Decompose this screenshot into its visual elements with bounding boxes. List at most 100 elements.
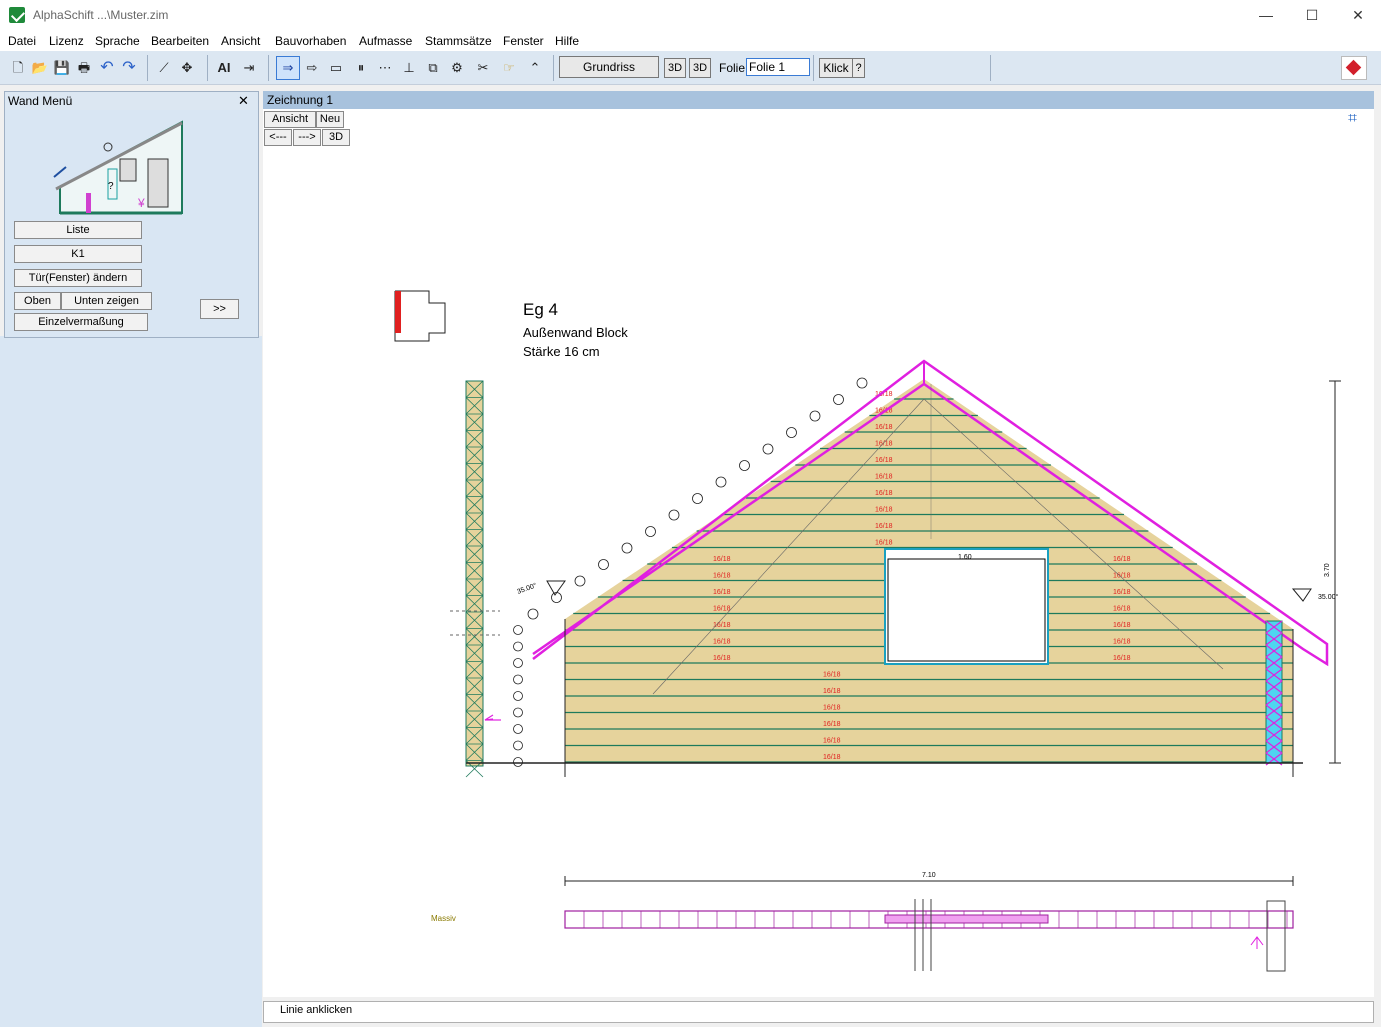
- svg-text:16/18: 16/18: [823, 688, 841, 695]
- open-folder-icon[interactable]: 📂: [31, 59, 49, 77]
- svg-text:16/18: 16/18: [823, 705, 841, 712]
- save-icon[interactable]: 💾: [53, 59, 71, 77]
- einzelvermassung-button[interactable]: Einzelvermaßung: [14, 313, 148, 331]
- svg-text:16/18: 16/18: [713, 606, 731, 613]
- svg-text:16/18: 16/18: [875, 523, 893, 530]
- svg-text:16/18: 16/18: [1113, 622, 1131, 629]
- menu-bauvorhaben[interactable]: Bauvorhaben: [275, 34, 346, 48]
- print-icon[interactable]: 🖶: [75, 59, 93, 77]
- menu-aufmasse[interactable]: Aufmasse: [359, 34, 412, 48]
- polyline-icon[interactable]: ⌃: [526, 59, 544, 77]
- maximize-button[interactable]: ☐: [1289, 0, 1335, 31]
- help-button[interactable]: ?: [852, 58, 865, 78]
- tuer-fenster-aendern-button[interactable]: Tür(Fenster) ändern: [14, 269, 142, 287]
- status-bar: Linie anklicken: [263, 1001, 1374, 1023]
- menu-fenster[interactable]: Fenster: [503, 34, 544, 48]
- new-file-icon[interactable]: 🗋: [9, 59, 27, 77]
- svg-text:16/18: 16/18: [713, 639, 731, 646]
- svg-text:16/18: 16/18: [875, 424, 893, 431]
- wand-menu-header: Wand Menü ✕: [5, 92, 258, 110]
- svg-text:16/18: 16/18: [823, 721, 841, 728]
- menu-stammsaetze[interactable]: Stammsätze: [425, 34, 492, 48]
- more-button[interactable]: >>: [200, 299, 239, 319]
- status-text: Linie anklicken: [280, 1004, 353, 1016]
- view-3d-button-a[interactable]: 3D: [664, 58, 686, 78]
- 3d-cube-tool-icon[interactable]: ⧉: [424, 59, 442, 77]
- svg-text:16/18: 16/18: [1113, 556, 1131, 563]
- move-tool-icon[interactable]: ✥: [178, 59, 196, 77]
- folie-label: Folie:: [719, 61, 749, 75]
- klick-button[interactable]: Klick: [819, 58, 853, 78]
- svg-text:?: ?: [108, 181, 114, 192]
- svg-text:16/18: 16/18: [875, 507, 893, 514]
- drawing-tab-title[interactable]: Zeichnung 1: [267, 93, 333, 107]
- menu-ansicht[interactable]: Ansicht: [221, 34, 260, 48]
- unten-zeigen-button[interactable]: Unten zeigen: [61, 292, 152, 310]
- wand-menu-title: Wand Menü: [8, 94, 73, 108]
- undo-icon[interactable]: ↶: [98, 59, 116, 77]
- wall-arrow-tool-icon[interactable]: ⇒: [276, 56, 300, 80]
- floor-plan-mini: [394, 290, 446, 342]
- svg-text:16/18: 16/18: [875, 474, 893, 481]
- window-width-label: 1.60: [958, 554, 972, 561]
- dotted-line-icon[interactable]: ⋯: [376, 59, 394, 77]
- wall-arrow-outline-icon[interactable]: ⇨: [303, 59, 321, 77]
- svg-text:16/18: 16/18: [875, 490, 893, 497]
- svg-text:16/18: 16/18: [713, 556, 731, 563]
- parallel-tool-icon[interactable]: ⏸: [352, 59, 370, 77]
- menu-lizenz[interactable]: Lizenz: [49, 34, 84, 48]
- svg-text:16/18: 16/18: [823, 672, 841, 679]
- svg-text:16/18: 16/18: [1113, 606, 1131, 613]
- svg-text:16/18: 16/18: [1113, 655, 1131, 662]
- menu-datei[interactable]: Datei: [8, 34, 36, 48]
- wall-illustration-icon: ? ¥: [53, 120, 183, 215]
- settings-gear-icon[interactable]: ⚙: [448, 59, 466, 77]
- menu-bearbeiten[interactable]: Bearbeiten: [151, 34, 209, 48]
- redo-icon[interactable]: ↷: [120, 59, 138, 77]
- svg-text:16/18: 16/18: [713, 589, 731, 596]
- svg-text:16/18: 16/18: [875, 441, 893, 448]
- svg-text:16/18: 16/18: [1113, 639, 1131, 646]
- angle-left-label: 35.00°: [516, 581, 538, 596]
- perpendicular-icon[interactable]: ⊥: [400, 59, 418, 77]
- wand-menu-close-icon[interactable]: ✕: [238, 93, 249, 109]
- side-numbering-circles: [513, 625, 523, 767]
- svg-text:16/18: 16/18: [823, 754, 841, 761]
- menu-hilfe[interactable]: Hilfe: [555, 34, 579, 48]
- svg-text:16/18: 16/18: [713, 573, 731, 580]
- right-post: [1265, 620, 1283, 764]
- text-tool-icon[interactable]: AI: [215, 59, 233, 77]
- app-logo-icon: [9, 7, 25, 23]
- view-3d-button-b[interactable]: 3D: [689, 58, 711, 78]
- svg-text:16/18: 16/18: [1113, 573, 1131, 580]
- k1-button[interactable]: K1: [14, 245, 142, 263]
- title-bar: AlphaSchift ...\Muster.zim — ☐ ✕: [0, 0, 1381, 31]
- svg-text:16/18: 16/18: [875, 457, 893, 464]
- dimension-tool-icon[interactable]: ⇥: [240, 59, 258, 77]
- length-dimension-label: 7.10: [922, 872, 936, 879]
- height-dimension-label: 3.70: [1324, 563, 1331, 577]
- gable-wall-drawing: 16/18 16/18 16/18 16/18 16/18 16/18 16/18 16/18…: [394, 290, 1341, 972]
- drawing-canvas[interactable]: Ansicht Neu <--- ---> 3D ⌗ Eg 4 Außenwan…: [263, 109, 1374, 997]
- menu-sprache[interactable]: Sprache: [95, 34, 140, 48]
- svg-text:16/18: 16/18: [713, 655, 731, 662]
- liste-button[interactable]: Liste: [14, 221, 142, 239]
- minimize-button[interactable]: —: [1243, 0, 1289, 31]
- wand-menu-panel: Wand Menü ✕ ? ¥ Liste K1 Tür(Fenster) än…: [4, 91, 259, 338]
- svg-text:¥: ¥: [137, 196, 145, 210]
- rectangle-tool-icon[interactable]: ▭: [327, 59, 345, 77]
- window-title: AlphaSchift ...\Muster.zim: [33, 8, 169, 22]
- hand-icon[interactable]: ☞: [500, 59, 518, 77]
- folie-field[interactable]: Folie 1: [746, 58, 810, 76]
- grundriss-button[interactable]: Grundriss: [559, 56, 659, 78]
- svg-text:16/18: 16/18: [875, 540, 893, 547]
- line-tool-icon[interactable]: ⟋: [155, 59, 173, 77]
- oben-button[interactable]: Oben: [14, 292, 61, 310]
- exit-diamond-icon[interactable]: [1341, 56, 1367, 80]
- svg-text:16/18: 16/18: [823, 738, 841, 745]
- left-panel-background: [0, 336, 262, 1027]
- tools-icon[interactable]: ✂: [474, 59, 492, 77]
- svg-text:16/18: 16/18: [1113, 589, 1131, 596]
- drawing-tab-header: Zeichnung 1: [263, 91, 1374, 109]
- close-button[interactable]: ✕: [1335, 0, 1381, 31]
